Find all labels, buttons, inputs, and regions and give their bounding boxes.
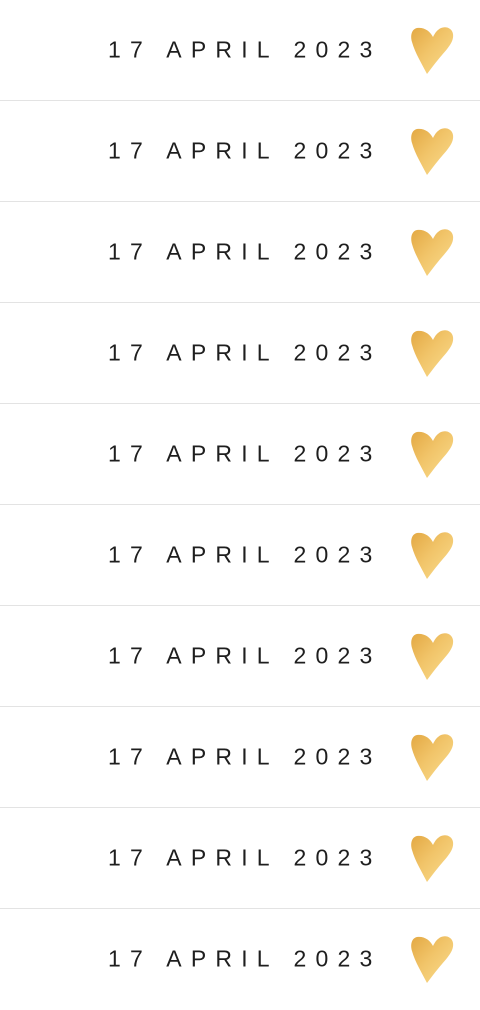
- list-item: 17 APRIL 2023: [0, 707, 480, 808]
- heart-icon: [409, 24, 455, 76]
- heart-icon: [409, 933, 455, 985]
- list-item: 17 APRIL 2023: [0, 909, 480, 1009]
- date-list: 17 APRIL 2023 17 APRIL 2023 17 APRIL 202…: [0, 0, 480, 1010]
- list-item: 17 APRIL 2023: [0, 606, 480, 707]
- heart-icon: [409, 327, 455, 379]
- heart-icon: [409, 630, 455, 682]
- date-label: 17 APRIL 2023: [108, 137, 382, 164]
- date-label: 17 APRIL 2023: [108, 36, 382, 63]
- date-label: 17 APRIL 2023: [108, 238, 382, 265]
- date-label: 17 APRIL 2023: [108, 642, 382, 669]
- date-label: 17 APRIL 2023: [108, 945, 382, 972]
- list-item: 17 APRIL 2023: [0, 202, 480, 303]
- date-label: 17 APRIL 2023: [108, 440, 382, 467]
- list-item: 17 APRIL 2023: [0, 101, 480, 202]
- list-item: 17 APRIL 2023: [0, 505, 480, 606]
- list-item: 17 APRIL 2023: [0, 404, 480, 505]
- date-label: 17 APRIL 2023: [108, 541, 382, 568]
- heart-icon: [409, 226, 455, 278]
- list-item: 17 APRIL 2023: [0, 0, 480, 101]
- heart-icon: [409, 428, 455, 480]
- date-label: 17 APRIL 2023: [108, 339, 382, 366]
- list-item: 17 APRIL 2023: [0, 303, 480, 404]
- heart-icon: [409, 731, 455, 783]
- date-label: 17 APRIL 2023: [108, 743, 382, 770]
- list-item: 17 APRIL 2023: [0, 808, 480, 909]
- heart-icon: [409, 529, 455, 581]
- date-label: 17 APRIL 2023: [108, 844, 382, 871]
- heart-icon: [409, 832, 455, 884]
- heart-icon: [409, 125, 455, 177]
